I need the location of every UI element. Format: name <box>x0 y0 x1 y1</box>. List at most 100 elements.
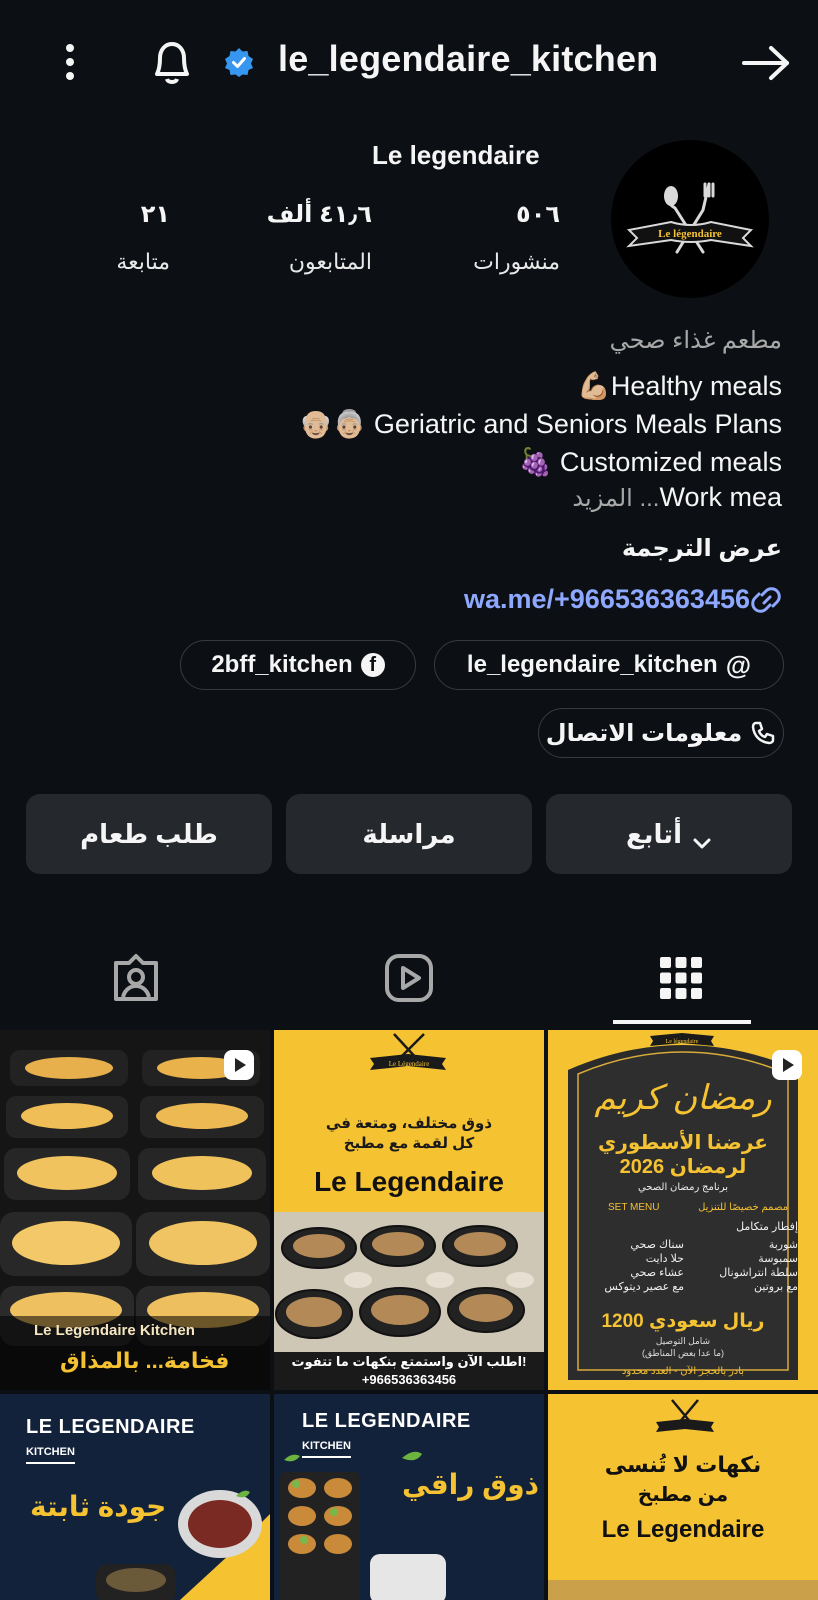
bio-category: مطعم غذاء صحي <box>609 327 782 354</box>
see-translation-link[interactable]: عرض الترجمة <box>622 534 782 563</box>
post-tile-2[interactable]: Le Légendaire ذوق مختلف، ومتعة في كل لقم… <box>274 1030 544 1390</box>
bio-link[interactable]: wa.me/+966536363456 <box>464 584 782 615</box>
stat-posts-value: ٥٠٦ <box>516 201 560 228</box>
stat-following-value: ٢١ <box>140 201 170 228</box>
bio-more-link[interactable]: المزيد ... <box>572 485 659 512</box>
post-3-col-right-title: إفطار متكامل <box>736 1221 798 1233</box>
post-3-col-right-item: سمبوسة <box>758 1253 798 1265</box>
bio-line-3: 🍇 Customized meals <box>518 447 782 477</box>
tab-tagged[interactable] <box>96 940 176 1020</box>
bio-link-text: wa.me/+966536363456 <box>463 584 750 614</box>
post-3-offer-2: لرمضان 2026 <box>619 1156 747 1178</box>
stat-followers[interactable]: ٤١٫٦ ألف المتابعون <box>212 200 372 275</box>
threads-chip[interactable]: le_legendaire_kitchen @ <box>434 640 784 690</box>
svg-text:Le légendaire: Le légendaire <box>666 1039 699 1045</box>
post-3-footer: بادر بالحجز الآن - العدد محدود <box>621 1366 745 1377</box>
post-3-set-menu: SET MENU <box>608 1202 660 1213</box>
post-2-headline-2: كل لقمة مع مطبخ <box>343 1135 475 1152</box>
avatar[interactable]: Le légendaire <box>611 140 769 298</box>
bio-line-2: 👴🏼👵🏼 Geriatric and Seniors Meals Plans <box>299 409 782 439</box>
post-tile-1[interactable]: Le Legendaire Kitchen فخامة... بالمذاق <box>0 1030 270 1390</box>
tab-grid[interactable] <box>641 940 721 1020</box>
post-2-footer: اطلب الآن واستمتع بنكهات ما تتفوت! <box>291 1354 527 1369</box>
bell-icon[interactable] <box>146 36 198 88</box>
reels-icon <box>384 953 434 1008</box>
tab-reels[interactable] <box>369 940 449 1020</box>
stat-following[interactable]: ٢١ متابعة <box>50 200 170 275</box>
message-button[interactable]: مراسلة <box>286 794 532 874</box>
stat-followers-value: ٤١٫٦ ألف <box>266 201 372 228</box>
active-tab-indicator <box>613 1020 751 1024</box>
stat-followers-label: المتابعون <box>288 249 372 274</box>
contact-info-chip[interactable]: معلومات الاتصال <box>538 708 784 758</box>
display-name: Le legendaire <box>372 140 540 170</box>
svg-text:Le légendaire: Le légendaire <box>658 228 722 240</box>
post-2-image: Le Légendaire <box>274 1030 544 1390</box>
facebook-icon: f <box>360 653 385 677</box>
post-6-line-2: من مطبخ <box>637 1484 729 1506</box>
post-4-kitchen: KITCHEN <box>26 1446 75 1464</box>
grid-icon <box>660 956 702 1004</box>
post-3-price-note-1: شامل التوصيل <box>655 1336 711 1346</box>
svg-text:Le Légendaire: Le Légendaire <box>389 1060 430 1068</box>
post-1-caption-en: Le Legendaire Kitchen <box>34 1322 195 1339</box>
post-3-col-right: إفطار متكامل شوربة سمبوسة سلطة انتراشونا… <box>688 1220 798 1294</box>
post-tile-4[interactable]: LE LEGENDAIRE KITCHEN جودة ثابتة <box>0 1394 270 1600</box>
post-tile-3[interactable]: Le légendaire رمضان كريم عرضنا الأسطوري … <box>548 1030 818 1390</box>
post-3-offer-1: عرضنا الأسطوري <box>598 1132 768 1154</box>
post-4-tagline: جودة ثابتة <box>30 1491 167 1522</box>
bio-truncated-text: Work mea <box>659 482 782 512</box>
post-3-program: برنامج رمضان الصحي <box>637 1182 729 1193</box>
follow-button[interactable]: أتابع <box>546 794 792 874</box>
post-1-caption-ar: فخامة... بالمذاق <box>60 1348 230 1373</box>
threads-icon: @ <box>725 649 752 680</box>
post-4-brand: LE LEGENDAIRE <box>26 1416 195 1438</box>
post-6-line-1: نكهات لا تُنسى <box>604 1452 762 1477</box>
stat-following-label: متابعة <box>116 249 170 274</box>
post-5-tagline: ذوق راقي <box>402 1469 539 1500</box>
post-tile-5[interactable]: LE LEGENDAIRE KITCHEN ذوق راقي <box>274 1394 544 1600</box>
post-tile-6[interactable]: نكهات لا تُنسى من مطبخ Le Legendaire <box>548 1394 818 1600</box>
bio-line-1: 💪🏼Healthy meals <box>577 371 782 401</box>
post-3-col-right-item: سلطة انتراشونال <box>719 1267 798 1279</box>
more-icon[interactable] <box>52 36 88 88</box>
top-bar: le_legendaire_kitchen <box>0 0 818 124</box>
post-3-design-note: مصمم خصيصًا للتنزيل <box>698 1202 788 1213</box>
post-3-col-left: سناك صحي حلا دايت عشاء صحي مع عصير ديتوك… <box>574 1238 684 1294</box>
verified-badge-icon <box>223 46 255 78</box>
bio-line-4: المزيد ...Work mea <box>572 482 782 513</box>
post-3-price-note-2: (ما عدا بعض المناطق) <box>641 1348 725 1358</box>
stat-posts[interactable]: ٥٠٦ منشورات <box>420 200 560 275</box>
post-3-script-title: رمضان كريم <box>594 1078 772 1118</box>
contact-info-label: معلومات الاتصال <box>545 719 743 747</box>
facebook-chip-label: 2bff_kitchen <box>211 651 353 678</box>
facebook-chip[interactable]: 2bff_kitchen f <box>180 640 416 690</box>
post-2-phone: +966536363456 <box>361 1372 457 1387</box>
tagged-icon <box>111 953 161 1008</box>
follow-button-label: أتابع <box>626 818 682 849</box>
post-3-col-left-item: عشاء صحي <box>630 1267 684 1279</box>
post-3-col-right-item: شوربة <box>768 1239 798 1251</box>
message-button-label: مراسلة <box>362 818 456 849</box>
reel-badge-icon <box>222 1048 256 1082</box>
phone-icon <box>750 720 776 746</box>
post-3-price: 1200 ريال سعودي <box>601 1311 765 1332</box>
order-food-button-label: طلب طعام <box>80 818 218 849</box>
post-5-brand: LE LEGENDAIRE <box>302 1410 471 1432</box>
post-2-brand: Le Legendaire <box>314 1166 504 1197</box>
post-3-col-right-item: مع بروتين <box>754 1281 798 1293</box>
post-3-col-left-item: حلا دايت <box>645 1253 684 1265</box>
profile-username: le_legendaire_kitchen <box>278 38 659 79</box>
chevron-down-icon <box>692 827 712 849</box>
post-5-kitchen: KITCHEN <box>302 1440 351 1458</box>
order-food-button[interactable]: طلب طعام <box>26 794 272 874</box>
threads-chip-label: le_legendaire_kitchen <box>466 651 718 678</box>
post-2-headline-1: ذوق مختلف، ومتعة في <box>325 1115 493 1132</box>
link-icon <box>750 585 782 615</box>
back-arrow-icon[interactable] <box>738 38 794 88</box>
reel-badge-icon <box>770 1048 804 1082</box>
post-6-brand: Le Legendaire <box>601 1516 765 1543</box>
post-3-set-menu-row: SET MENU مصمم خصيصًا للتنزيل <box>608 1202 788 1213</box>
post-3-col-left-item: سناك صحي <box>630 1239 684 1251</box>
post-3-col-left-item: مع عصير ديتوكس <box>604 1281 684 1293</box>
